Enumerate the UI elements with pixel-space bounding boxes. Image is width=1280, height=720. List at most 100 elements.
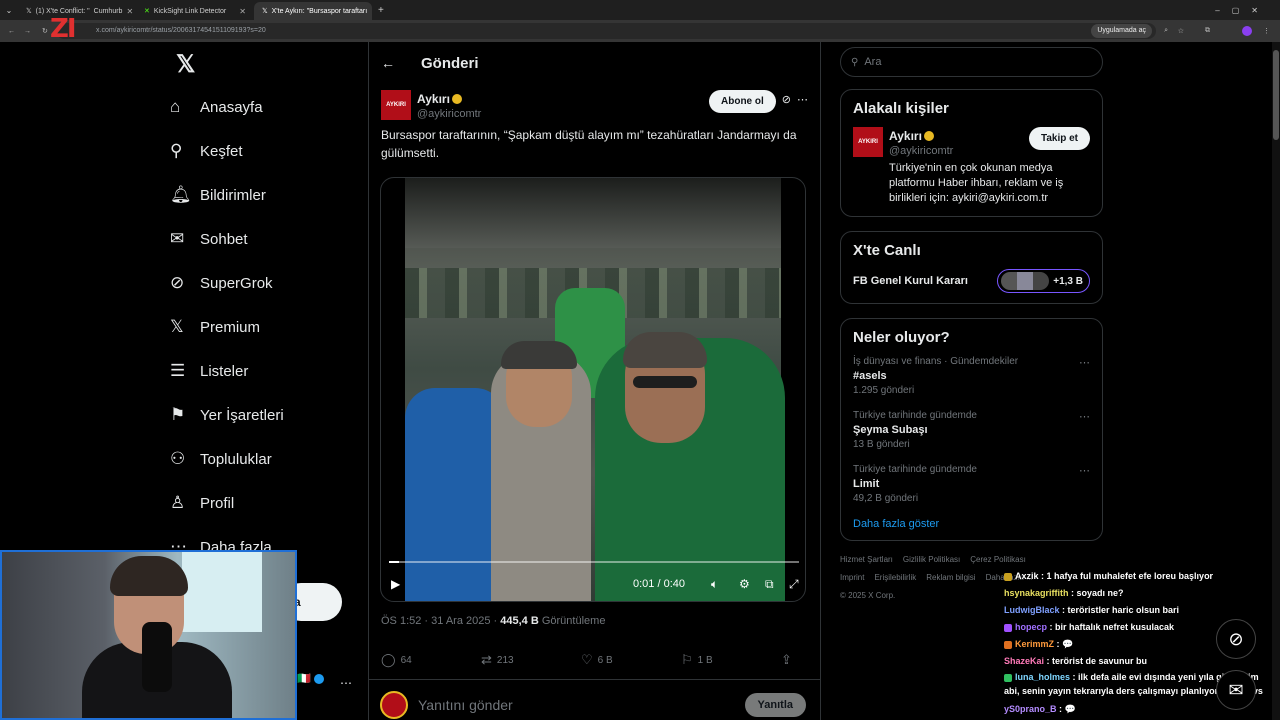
forward-icon[interactable]: →: [24, 28, 31, 35]
nav-item-premium[interactable]: 𝕏 Premium: [170, 305, 370, 349]
profile-icon[interactable]: [1242, 26, 1252, 36]
nav-item-explore[interactable]: ⚲ Keşfet: [170, 129, 370, 173]
grok-icon[interactable]: ⊘: [782, 93, 791, 106]
footer-link[interactable]: Çerez Politikası: [970, 555, 1026, 564]
reload-icon[interactable]: ↻: [42, 27, 48, 35]
tab-search-icon[interactable]: ⌄: [0, 6, 18, 15]
volume-icon[interactable]: 🔈︎: [711, 577, 718, 592]
extensions-icon[interactable]: ⧉: [1205, 27, 1210, 35]
show-more-link[interactable]: Daha fazla göster: [853, 518, 1090, 530]
chat-username[interactable]: LudwigBlack: [1004, 605, 1060, 615]
chat-text: bir haftalık nefret kusulacak: [1055, 622, 1175, 632]
more-options-icon[interactable]: ⋯: [1079, 464, 1090, 477]
more-options-icon[interactable]: ⋯: [1079, 356, 1090, 369]
window-controls[interactable]: –▢✕: [1215, 6, 1270, 15]
nav-item-notifications[interactable]: 🔔︎ Bildirimler: [170, 173, 370, 217]
repost-action[interactable]: ⇄ 213: [481, 652, 581, 668]
address-bar[interactable]: x.com/aykiricomtr/status/200631745415110…: [56, 23, 1156, 39]
chat-username[interactable]: ShazeKai: [1004, 656, 1044, 666]
video-player[interactable]: ▶ 0:01 / 0:40 🔈︎ ⚙ ⧉ ⤢: [380, 177, 806, 602]
footer-link[interactable]: Imprint: [840, 573, 864, 582]
nav-item-lists[interactable]: ☰ Listeler: [170, 349, 370, 393]
trend-item[interactable]: İş dünyası ve finans · Gündemdekiler #as…: [853, 356, 1090, 396]
chat-username[interactable]: KerimmZ: [1015, 639, 1054, 649]
browser-tab[interactable]: 𝕏 (1) X'te Conflict: " Cumhurb ✕: [18, 2, 136, 20]
chat-username[interactable]: hsynakagriffith: [1004, 588, 1069, 598]
trend-count: 49,2 B gönderi: [853, 493, 919, 504]
back-arrow-icon[interactable]: ←: [381, 55, 395, 71]
nav-item-communities[interactable]: ⚇ Topluluklar: [170, 437, 370, 481]
fullscreen-icon[interactable]: ⤢: [789, 577, 799, 592]
new-tab-icon[interactable]: +: [378, 5, 384, 16]
messages-floating-icon[interactable]: ✉: [1216, 670, 1256, 710]
chat-username[interactable]: Axzik: [1015, 571, 1039, 581]
tab-label: KickSight Link Detector: [153, 7, 227, 15]
user-avatar[interactable]: [380, 691, 408, 719]
related-handle[interactable]: @aykiricomtr: [889, 145, 953, 157]
account-more-icon[interactable]: ⋯: [340, 676, 352, 690]
footer-link[interactable]: Erişilebilirlik: [874, 573, 916, 582]
author-handle[interactable]: @aykiricomtr: [417, 108, 481, 120]
tab-close-icon[interactable]: ✕: [126, 7, 133, 16]
grok-floating-icon[interactable]: ⊘: [1216, 619, 1256, 659]
card-title: Alakalı kişiler: [853, 100, 949, 117]
trend-item[interactable]: Türkiye tarihinde gündemde Şeyma Subaşı …: [853, 410, 1090, 450]
related-people-card: Alakalı kişiler AYKIRI Aykırı @aykiricom…: [840, 89, 1103, 217]
chat-username[interactable]: yS0prano_B: [1004, 704, 1057, 714]
verified-badge-icon: [451, 93, 462, 104]
video-fan-cap-hat: [501, 341, 577, 369]
video-progress-bar[interactable]: [389, 561, 799, 563]
live-listeners-pill[interactable]: +1,3 B: [997, 269, 1090, 293]
follow-button[interactable]: Takip et: [1028, 127, 1090, 150]
nav-item-home[interactable]: ⌂ Anasayfa: [170, 85, 370, 129]
author-avatar[interactable]: AYKIRI: [381, 90, 411, 120]
subscribe-button[interactable]: Abone ol: [709, 90, 776, 113]
chat-username[interactable]: hopecp: [1015, 622, 1047, 632]
author-name[interactable]: Aykırı: [417, 92, 450, 106]
x-logo-icon[interactable]: 𝕏: [170, 50, 370, 79]
open-in-app-button[interactable]: Uygulamada aç: [1091, 24, 1152, 38]
nav-item-supergrok[interactable]: ⊘ SuperGrok: [170, 261, 370, 305]
bookmark-action[interactable]: ⚐ 1 B: [681, 652, 781, 668]
nav-item-profile[interactable]: ♙ Profil: [170, 481, 370, 525]
footer-link[interactable]: Hizmet Şartları: [840, 555, 893, 564]
post-meta: ÖS 1:52 · 31 Ara 2025 · 445,4 B Görüntül…: [381, 615, 605, 627]
live-event[interactable]: FB Genel Kurul Kararı +1,3 B: [853, 269, 1090, 293]
more-options-icon[interactable]: ⋯: [1079, 410, 1090, 423]
related-name[interactable]: Aykırı: [889, 129, 922, 143]
browser-toolbar: ← → ↻ x.com/aykiricomtr/status/200631745…: [0, 20, 1280, 42]
menu-icon[interactable]: ⋮: [1263, 27, 1270, 35]
footer-link[interactable]: Gizlilik Politikası: [903, 555, 960, 564]
person-icon: ♙: [170, 493, 186, 512]
nav-item-chat[interactable]: ✉ Sohbet: [170, 217, 370, 261]
search-input[interactable]: ⚲ Ara: [840, 47, 1103, 77]
grok-icon: ⊘: [170, 273, 185, 292]
post-timestamp[interactable]: ÖS 1:52 · 31 Ara 2025 ·: [381, 615, 500, 627]
nav-item-bookmarks[interactable]: ⚑ Yer İşaretleri: [170, 393, 370, 437]
trend-item[interactable]: Türkiye tarihinde gündemde Limit 49,2 B …: [853, 464, 1090, 504]
zoom-icon[interactable]: ⌕: [1164, 27, 1168, 35]
play-icon[interactable]: ▶: [391, 577, 400, 591]
tab-close-icon[interactable]: ✕: [239, 7, 246, 16]
share-action[interactable]: ⇪: [781, 652, 792, 668]
tab-close-icon[interactable]: ✕: [371, 7, 372, 16]
settings-icon[interactable]: ⚙: [739, 577, 750, 591]
stream-logo-overlay: ZI: [50, 14, 76, 44]
chat-username[interactable]: luna_holmes: [1015, 672, 1070, 682]
pip-icon[interactable]: ⧉: [765, 577, 774, 592]
view-count-label: Görüntüleme: [541, 615, 606, 627]
like-action[interactable]: ♡ 6 B: [581, 652, 681, 668]
reply-action[interactable]: ◯ 64: [381, 652, 481, 668]
scrollbar-thumb[interactable]: [1273, 50, 1279, 140]
footer-link[interactable]: Reklam bilgisi: [926, 573, 975, 582]
reply-icon: ◯: [381, 652, 396, 667]
reply-input[interactable]: Yanıtını gönder: [418, 697, 513, 713]
trends-card: Neler oluyor? İş dünyası ve finans · Gün…: [840, 318, 1103, 541]
reply-button[interactable]: Yanıtla: [744, 693, 806, 717]
browser-tab-active[interactable]: 𝕏 X'te Aykırı: "Bursaspor taraftarı ✕: [254, 2, 372, 20]
related-avatar[interactable]: AYKIRI: [853, 127, 883, 157]
browser-tab[interactable]: ✕ KickSight Link Detector ✕: [136, 2, 254, 20]
star-icon[interactable]: ☆: [1178, 27, 1184, 35]
back-icon[interactable]: ←: [8, 28, 15, 35]
more-options-icon[interactable]: ⋯: [797, 93, 808, 106]
